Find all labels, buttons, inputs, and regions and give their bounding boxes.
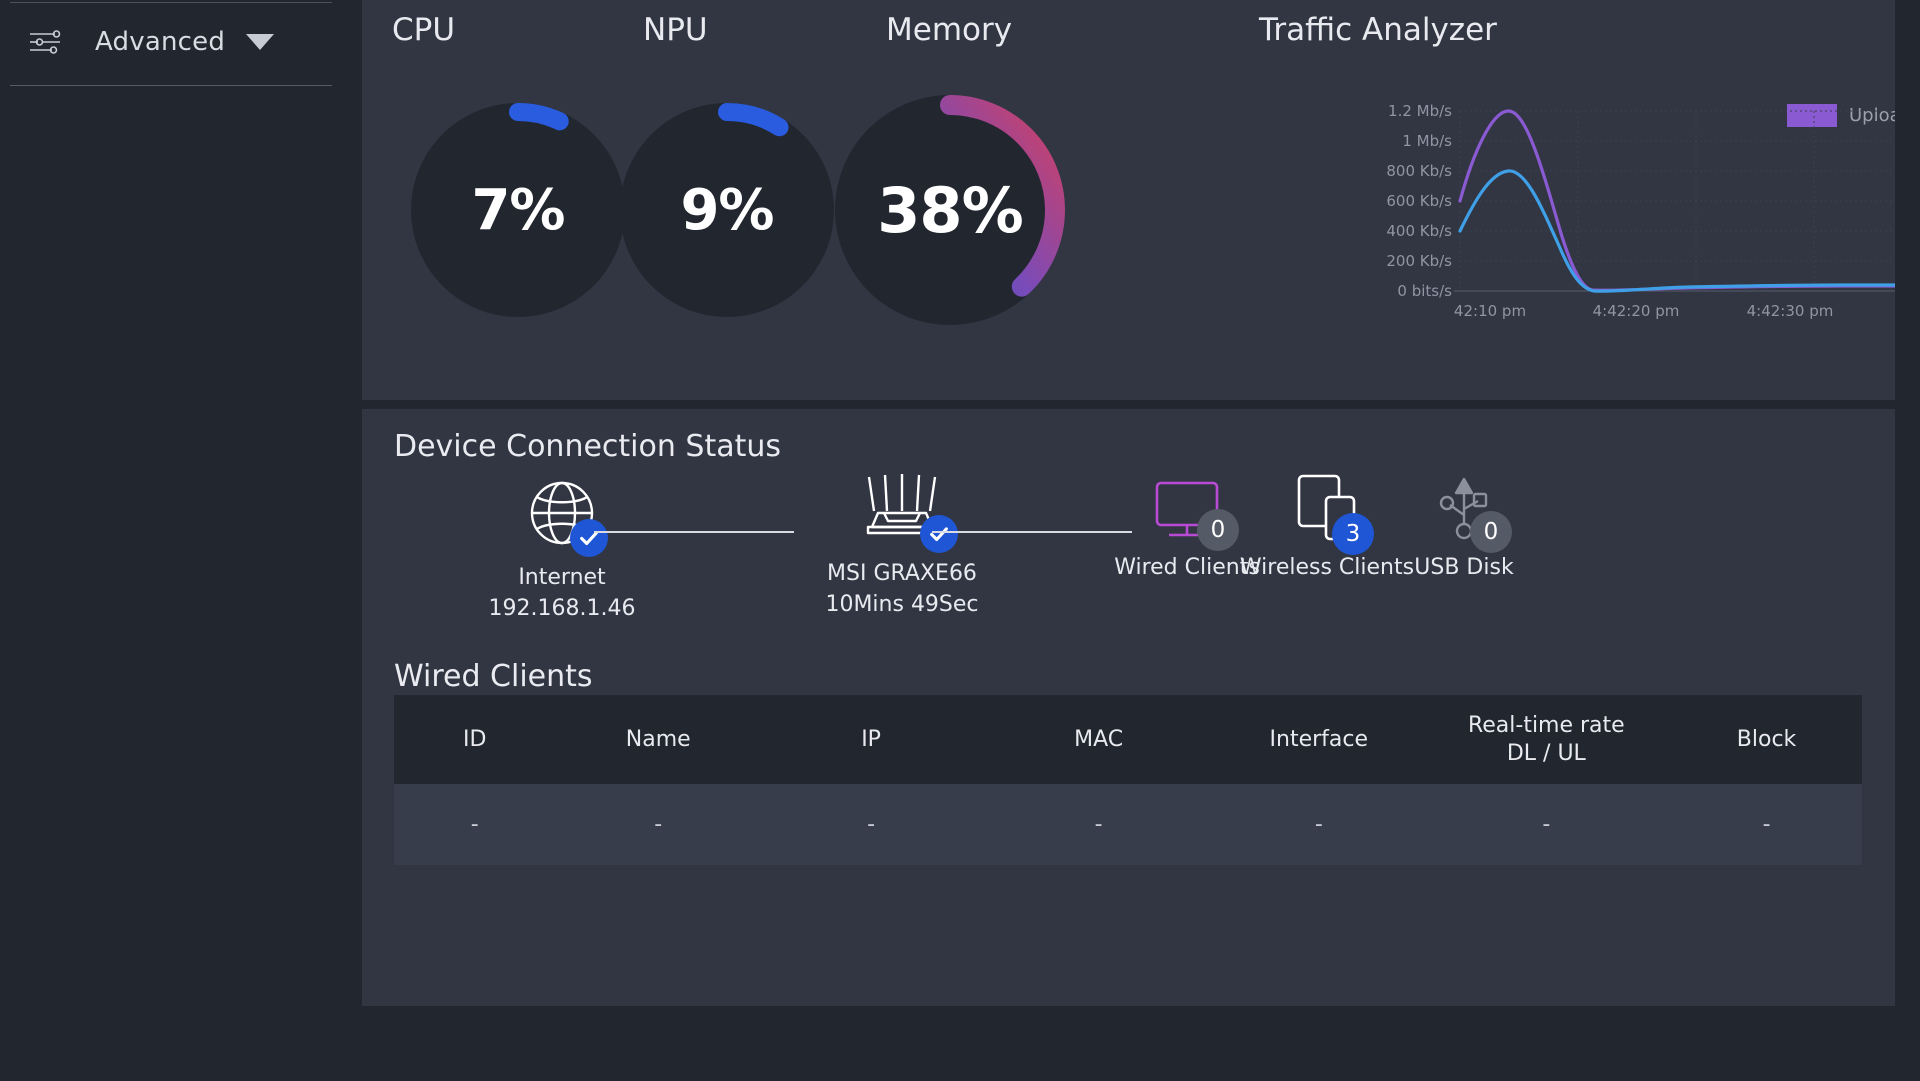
y-tick-label: 600 Kb/s (1386, 192, 1452, 210)
traffic-chart: 1.2 Mb/s 1 Mb/s 800 Kb/s 600 Kb/s 400 Kb… (1386, 102, 1895, 320)
main-content: CPU 7% NPU 9% Memory 38% Traffic Analyze… (362, 0, 1895, 1006)
npu-value: 9% (680, 177, 774, 243)
dashboard-root: Advanced CPU 7% NPU 9% Memory 38% Traffi… (0, 0, 1920, 1081)
client-usb-icon-holder: 0 (1434, 471, 1512, 553)
sidebar-divider-top (10, 2, 332, 3)
sidebar-item-advanced[interactable]: Advanced (0, 12, 340, 72)
wired-clients-table: ID Name IP MAC Interface Real-time rate … (394, 695, 1862, 865)
cell-mac: - (1094, 812, 1103, 837)
sidebar-divider-bottom (10, 85, 332, 86)
sidebar-item-advanced-label: Advanced (95, 27, 226, 57)
wireless-client-count-badge: 3 (1332, 513, 1374, 555)
cell-rate: - (1542, 812, 1551, 837)
column-header-name[interactable]: Name (555, 695, 761, 784)
memory-gauge: 38% (832, 92, 1068, 328)
column-header-rate-sub: DL / UL (1506, 740, 1586, 766)
column-header-ip[interactable]: IP (761, 695, 981, 784)
node-router-label: MSI GRAXE66 (827, 561, 977, 586)
x-tick-label: 4:42:30 pm (1747, 302, 1834, 320)
cell-block[interactable]: - (1671, 784, 1862, 865)
cpu-gauge: 7% (408, 100, 628, 320)
client-wireless-icon-holder: 3 (1292, 471, 1374, 555)
node-router[interactable]: MSI GRAXE66 10Mins 49Sec (787, 471, 1017, 617)
node-router-sub: 10Mins 49Sec (825, 592, 979, 617)
y-tick-label: 1.2 Mb/s (1388, 102, 1452, 120)
memory-title: Memory (886, 12, 1013, 48)
cell-name: - (654, 812, 663, 837)
client-usb[interactable]: 0 USB Disk (1374, 471, 1554, 580)
y-tick-label: 800 Kb/s (1386, 162, 1452, 180)
device-status-panel: Device Connection Status Internet 192.16… (362, 409, 1895, 1006)
system-status-panel: CPU 7% NPU 9% Memory 38% Traffic Analyze… (362, 0, 1895, 400)
table-row[interactable]: - - - - - - - (394, 784, 1862, 865)
cell-ip: - (867, 812, 876, 837)
column-header-rate-main: Real-time rate (1467, 713, 1625, 738)
node-internet-sub: 192.168.1.46 (488, 596, 636, 621)
sliders-icon (28, 27, 62, 57)
cpu-title: CPU (392, 12, 456, 48)
cpu-value: 7% (471, 177, 565, 243)
column-header-mac[interactable]: MAC (981, 695, 1216, 784)
node-router-icon-holder (860, 471, 958, 553)
memory-value: 38% (877, 173, 1023, 247)
chain-link-1 (594, 531, 794, 533)
node-internet[interactable]: Internet 192.168.1.46 (462, 479, 662, 621)
node-internet-label: Internet (518, 565, 606, 590)
x-tick-label: 42:10 pm (1454, 302, 1526, 320)
y-tick-label: 1 Mb/s (1402, 132, 1452, 150)
x-tick-label: 4:42:20 pm (1593, 302, 1680, 320)
column-header-rate[interactable]: Real-time rate DL / UL (1422, 695, 1672, 784)
wired-clients-heading: Wired Clients (394, 659, 593, 694)
sidebar: Advanced (0, 0, 340, 1081)
y-tick-label: 400 Kb/s (1386, 222, 1452, 240)
y-tick-label: 200 Kb/s (1386, 252, 1452, 270)
column-header-block[interactable]: Block (1671, 695, 1862, 784)
client-usb-label: USB Disk (1414, 555, 1514, 580)
client-wired-icon-holder: 0 (1151, 477, 1239, 551)
npu-gauge: 9% (617, 100, 837, 320)
node-internet-icon-holder (528, 479, 608, 557)
column-header-interface[interactable]: Interface (1216, 695, 1422, 784)
router-connected-badge (920, 515, 958, 553)
internet-connected-badge (570, 519, 608, 557)
device-chain: Internet 192.168.1.46 MSI GRAXE66 10Mins… (362, 409, 1895, 639)
table-header-row: ID Name IP MAC Interface Real-time rate … (394, 695, 1862, 784)
usb-disk-count-badge: 0 (1470, 511, 1512, 553)
cell-interface: - (1314, 812, 1323, 837)
y-tick-label: 0 bits/s (1397, 282, 1452, 300)
column-header-id[interactable]: ID (394, 695, 555, 784)
npu-title: NPU (643, 12, 708, 48)
traffic-analyzer-title: Traffic Analyzer (1259, 12, 1497, 48)
cell-id: - (470, 812, 479, 837)
chevron-down-icon[interactable] (246, 34, 274, 50)
